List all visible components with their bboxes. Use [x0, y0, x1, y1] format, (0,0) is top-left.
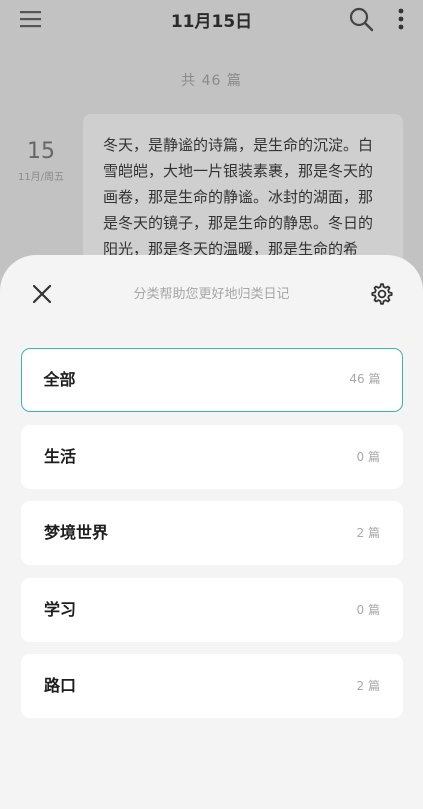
category-count: 0 篇	[356, 602, 380, 617]
category-count: 46 篇	[349, 372, 381, 386]
gear-icon[interactable]	[370, 282, 394, 306]
more-vertical-icon[interactable]	[393, 6, 409, 32]
category-item-study[interactable]: 学习 0 篇	[21, 577, 403, 642]
entry-count: 共 46 篇	[181, 73, 242, 89]
category-label: 梦境世界	[44, 523, 109, 542]
category-item-life[interactable]: 生活 0 篇	[21, 424, 403, 489]
category-item-all[interactable]: 全部 46 篇	[21, 348, 403, 412]
category-label: 全部	[43, 370, 76, 389]
search-icon[interactable]	[348, 6, 374, 32]
category-bottom-sheet: 分类帮助您更好地归类日记 全部 46 篇 生活 0 篇 梦境世界 2 篇 学习 …	[0, 255, 423, 809]
category-list: 全部 46 篇 生活 0 篇 梦境世界 2 篇 学习 0 篇 路口 2 篇	[21, 348, 403, 731]
sheet-hint: 分类帮助您更好地归类日记	[133, 287, 290, 302]
entry-date: 15 11月/周五	[10, 138, 72, 183]
category-count: 2 篇	[356, 679, 380, 693]
category-label: 学习	[44, 599, 77, 619]
category-label: 生活	[44, 446, 77, 466]
category-label: 路口	[44, 676, 77, 695]
entry-day: 15	[27, 139, 55, 164]
category-item-dream-world[interactable]: 梦境世界 2 篇	[21, 501, 403, 565]
category-item-crossroads[interactable]: 路口 2 篇	[21, 654, 403, 718]
category-count: 0 篇	[356, 449, 380, 464]
entry-month-weekday: 11月/周五	[17, 172, 65, 183]
category-count: 2 篇	[356, 526, 380, 540]
top-bar: 11月15日	[0, 0, 423, 40]
diary-entry-text: 冬天，是静谧的诗篇，是生命的沉淀。白雪皑皑，大地一片银装素裹，那是冬天的画卷，那…	[103, 136, 374, 258]
